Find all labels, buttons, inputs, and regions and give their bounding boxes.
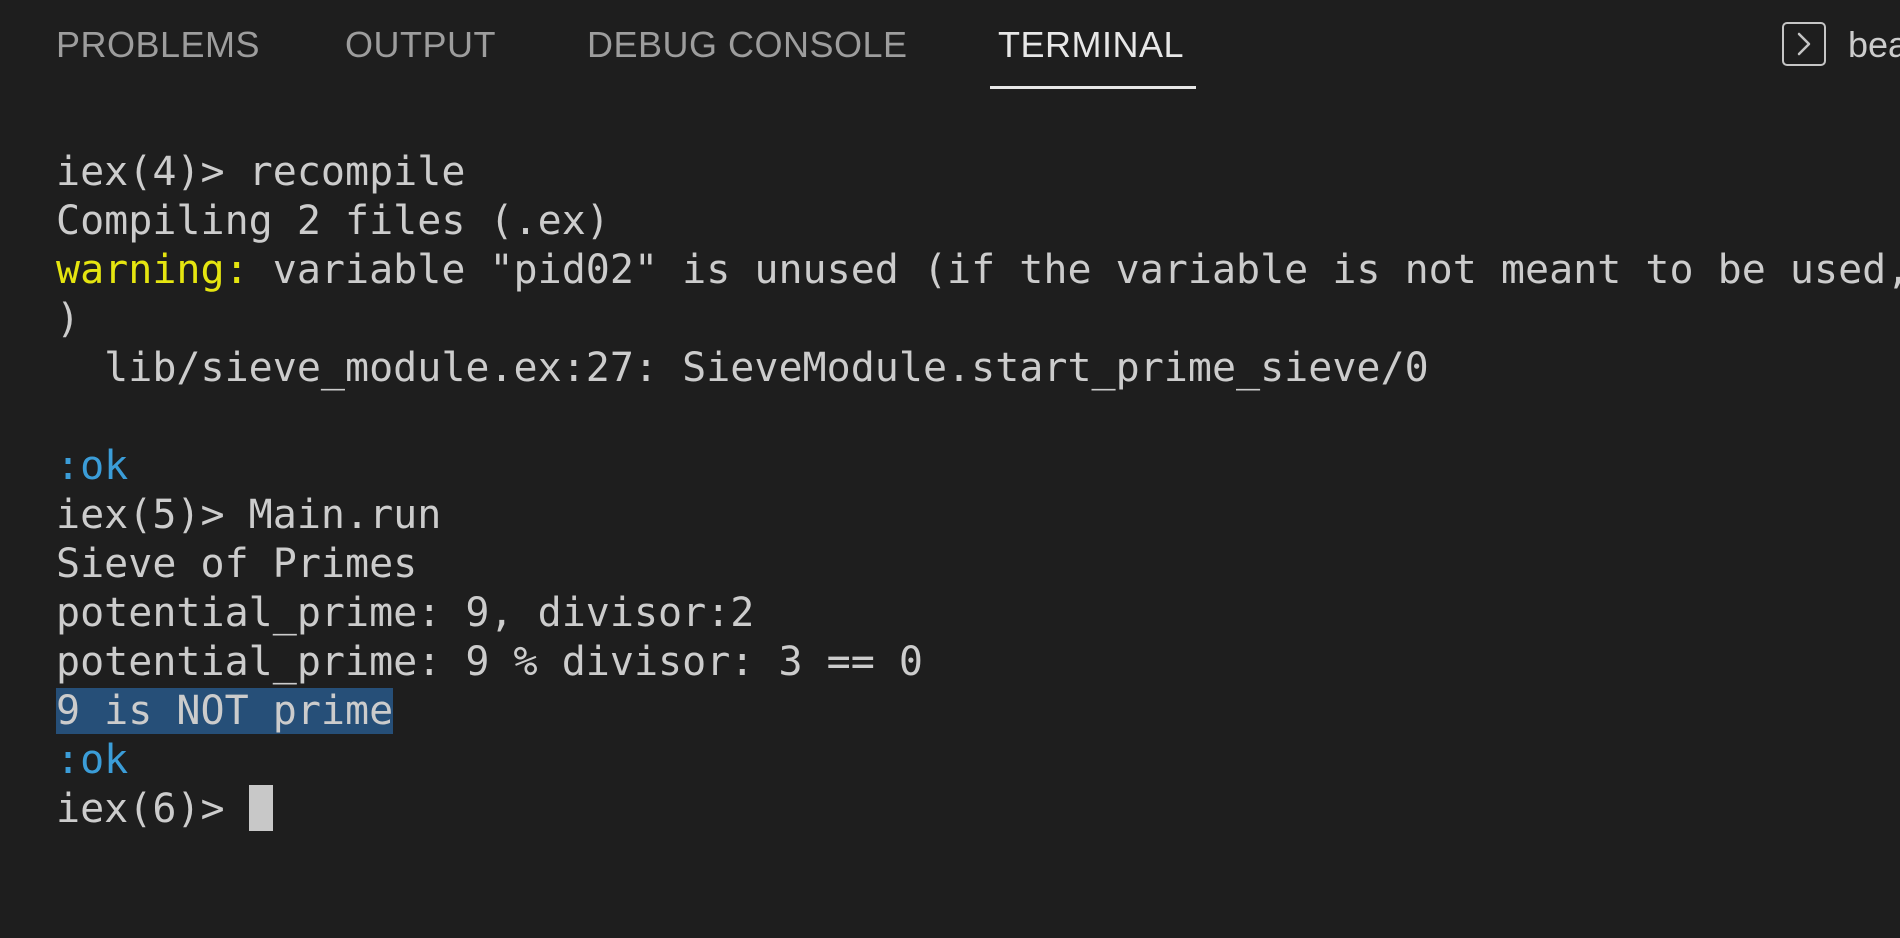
terminal-line: iex(5)> Main.run xyxy=(56,492,442,538)
tab-output[interactable]: OUTPUT xyxy=(345,22,496,68)
terminal-line: Sieve of Primes xyxy=(56,541,418,587)
terminal-cursor xyxy=(248,785,273,831)
terminal-line: potential_prime: 9 % divisor: 3 == 0 xyxy=(56,639,923,685)
terminal-line: iex(4)> recompile xyxy=(56,149,466,195)
tab-problems[interactable]: PROBLEMS xyxy=(56,22,260,68)
terminal-line: :ok xyxy=(56,443,129,489)
tab-terminal[interactable]: TERMINAL xyxy=(998,22,1184,68)
selected-text: 9 is NOT prime xyxy=(56,688,394,734)
terminal-warning-line: warning: variable "pid02" is unused (if … xyxy=(56,246,1900,295)
terminal-line: Compiling 2 files (.ex) xyxy=(56,198,610,244)
terminal-prompt: iex(6)> xyxy=(56,786,249,832)
terminal-line: potential_prime: 9, divisor:2 xyxy=(56,590,755,636)
tab-debug-console[interactable]: DEBUG CONSOLE xyxy=(587,22,908,68)
terminal-line: :ok xyxy=(56,737,129,783)
terminal-line: lib/sieve_module.ex:27: SieveModule.star… xyxy=(56,345,1429,391)
terminal-line: 9 is NOT prime xyxy=(56,687,1900,736)
warning-label: warning: xyxy=(56,247,249,293)
active-tab-indicator xyxy=(990,86,1196,89)
terminal-output[interactable]: iex(4)> recompile Compiling 2 files (.ex… xyxy=(56,148,1900,834)
terminal-line: ) xyxy=(56,296,81,342)
terminal-prompt-line[interactable]: iex(6)> xyxy=(56,785,1900,834)
terminal-icon[interactable] xyxy=(1782,22,1826,66)
panel-tab-bar: PROBLEMS OUTPUT DEBUG CONSOLE TERMINAL b… xyxy=(0,0,1900,92)
terminal-panel: PROBLEMS OUTPUT DEBUG CONSOLE TERMINAL b… xyxy=(0,0,1900,938)
terminal-instance-name[interactable]: beam.smp xyxy=(1848,22,1900,68)
warning-message: variable "pid02" is unused (if the varia… xyxy=(272,247,1900,293)
